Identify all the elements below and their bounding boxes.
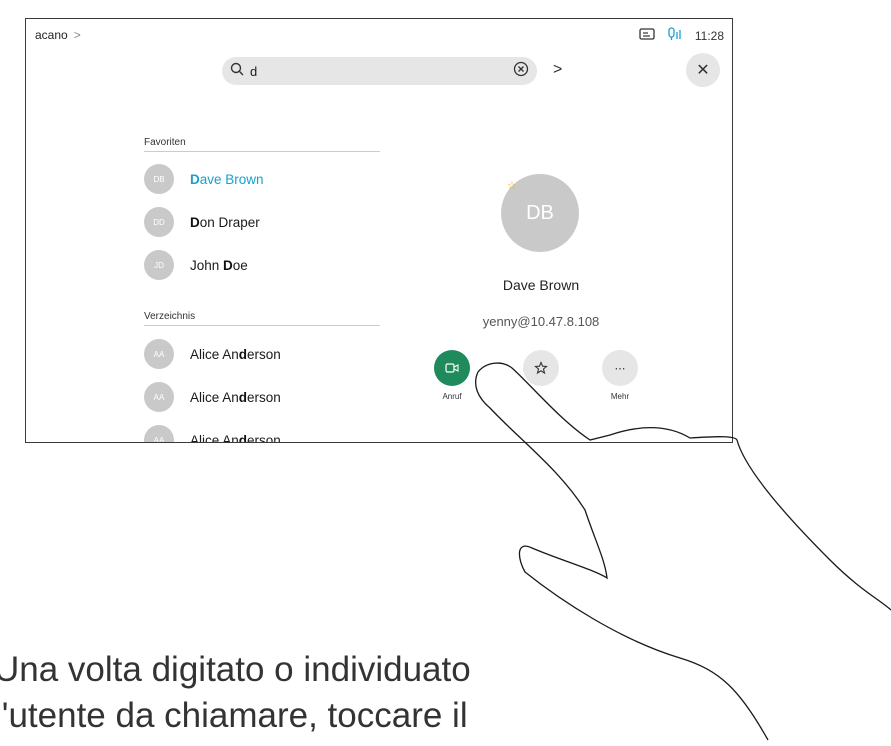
pointing-hand-illustration	[475, 362, 891, 741]
caption-line-1: Una volta digitato o individuato	[0, 650, 471, 689]
caption-line-2: l'utente da chiamare, toccare il	[0, 696, 468, 735]
